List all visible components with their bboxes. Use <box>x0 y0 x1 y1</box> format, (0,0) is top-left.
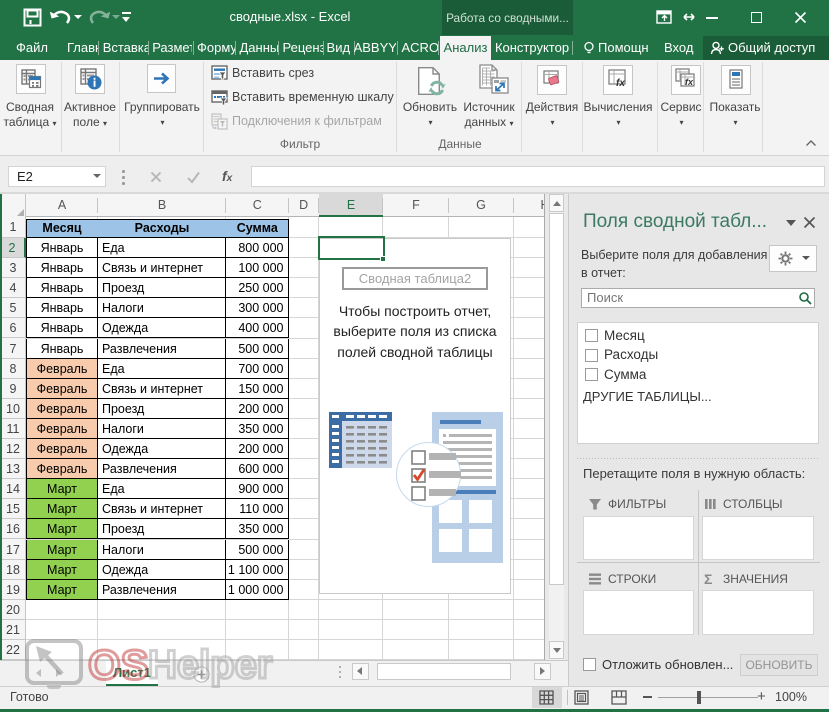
svg-text:fx: fx <box>685 77 694 87</box>
svg-text:fx: fx <box>616 78 625 89</box>
